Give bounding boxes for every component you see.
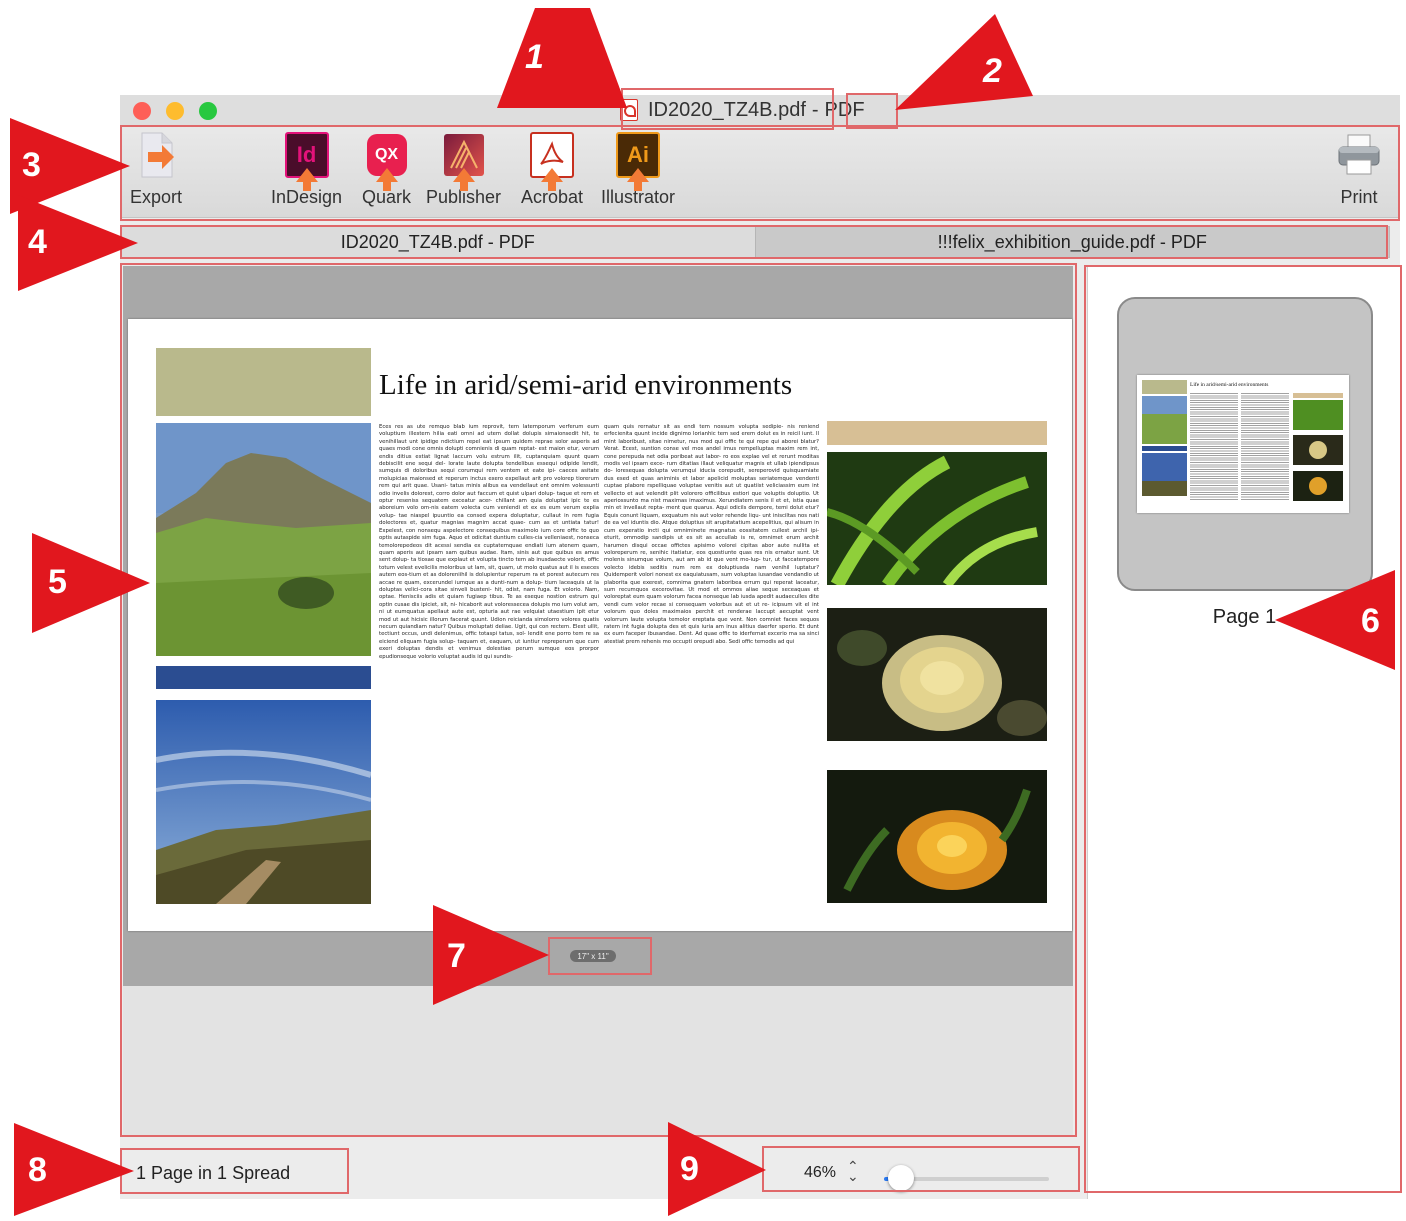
spread-view[interactable]: Life in arid/semi-arid environments Eces… [123,266,1073,1136]
succulent-photo [827,608,1047,741]
green-fern-photo [825,452,1047,589]
document-tab-bar: ID2020_TZ4B.pdf - PDF !!!felix_exhibitio… [120,226,1390,258]
spread-count-text: 1 Page in 1 Spread [136,1163,291,1183]
zoom-slider-knob[interactable] [887,1165,914,1191]
pages-panel: Life in arid/semi-arid environments Page… [1087,266,1400,1199]
window-title: ID2020_TZ4B.pdf - PDF [620,98,865,122]
page-size-badge: 17" x 11" [570,950,616,962]
blue-color-block [156,666,371,689]
title-bar: ID2020_TZ4B.pdf - PDF [120,95,1400,125]
callout-8: 8 [14,1123,134,1221]
hillside-photo [156,423,371,656]
publisher-icon [441,131,487,191]
tab-id2020[interactable]: ID2020_TZ4B.pdf - PDF [121,227,755,257]
page-thumbnail-card[interactable]: Life in arid/semi-arid environments [1117,297,1373,591]
title-separator: - [811,98,819,121]
callout-5: 5 [32,533,152,638]
trail-sky-photo [155,700,372,904]
article-column-2: quam quis rernatur sit as endi tem nossu… [604,424,819,645]
document-name: ID2020_TZ4B.pdf [648,98,806,121]
callout-6: 6 [1275,570,1395,675]
minimize-window-button[interactable] [166,102,184,120]
article-title: Life in arid/semi-arid environments [379,369,793,401]
acrobat-icon [529,131,575,191]
document-type: PDF [824,98,865,121]
close-window-button[interactable] [133,102,151,120]
quark-icon: QX [364,131,410,191]
callout-1: 1 [495,8,630,118]
status-bar: 1 Page in 1 Spread 46% ⌃ ⌄ [120,1145,1085,1199]
indesign-icon: Id [284,131,330,191]
page-thumbnail: Life in arid/semi-arid environments [1137,375,1349,513]
printer-icon [1336,131,1382,179]
callout-2: 2 [895,14,1035,119]
publisher-button[interactable]: Publisher [426,131,501,208]
zoom-window-button[interactable] [199,102,217,120]
app-window: ID2020_TZ4B.pdf - PDF Export Id InDesign… [120,95,1400,1199]
tan-color-block [156,348,371,416]
thumbnail-title: Life in arid/semi-arid environments [1190,382,1269,388]
acrobat-button[interactable]: Acrobat [521,131,583,208]
export-icon [133,131,179,179]
callout-7: 7 [433,905,551,1010]
document-page: Life in arid/semi-arid environments Eces… [128,319,1072,931]
beige-color-block [827,421,1047,445]
article-column-1: Eces res as ute remquo blab ium reprovit… [379,424,599,660]
zoom-stepper-icon[interactable]: ⌃ ⌄ [847,1159,859,1183]
callout-9: 9 [668,1122,768,1221]
print-label: Print [1340,187,1378,207]
protea-flower-photo [827,770,1047,903]
zoom-percent[interactable]: 46% [804,1164,836,1182]
illustrator-icon: Ai [615,131,661,191]
toolbar: Export Id InDesign QX Quark Publisher Ac… [120,125,1400,218]
indesign-button[interactable]: Id InDesign [271,131,342,208]
illustrator-button[interactable]: Ai Illustrator [601,131,675,208]
print-button[interactable]: Print [1336,131,1382,208]
tab-felix-exhibition-guide[interactable]: !!!felix_exhibition_guide.pdf - PDF [754,227,1389,257]
quark-button[interactable]: QX Quark [362,131,411,208]
callout-4: 4 [18,195,138,298]
